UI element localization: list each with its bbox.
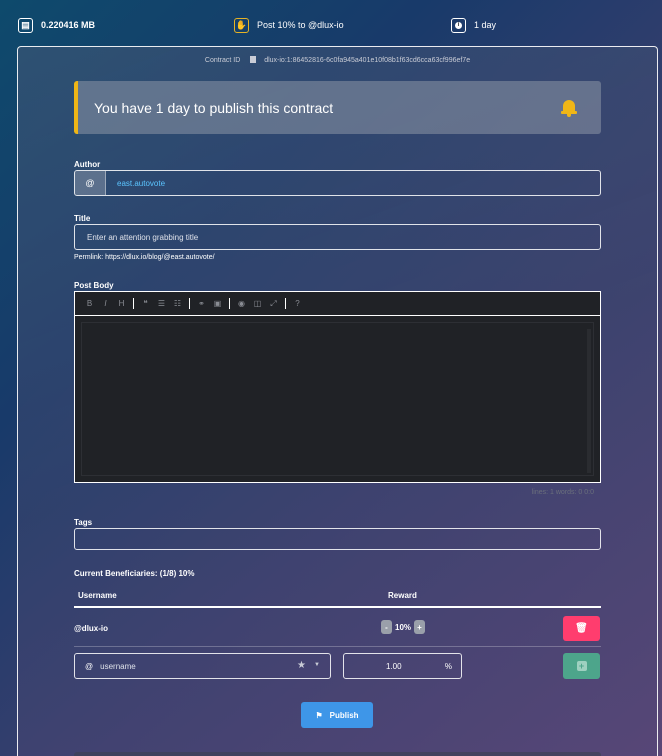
reward-header: Reward — [388, 591, 417, 600]
toolbar-divider — [229, 298, 230, 309]
beneficiaries-header: Username Reward — [74, 587, 601, 608]
image-icon[interactable]: ▣ — [213, 299, 222, 308]
reward-stepper: - 10% + — [381, 620, 426, 634]
tags-label: Tags — [74, 518, 93, 527]
time-info: i 1 day — [451, 17, 497, 33]
fullscreen-icon[interactable]: ⤢ — [269, 299, 278, 309]
beneficiary-row: @dlux-io - 10% + 🗑 — [74, 609, 601, 647]
plus-icon: + — [576, 661, 587, 671]
deadline-alert: You have 1 day to publish this contract — [74, 81, 601, 134]
reward-input-value: 1.00 — [386, 662, 402, 671]
editor-scrollbar[interactable] — [587, 329, 591, 473]
link-icon[interactable]: ⚭ — [197, 299, 206, 308]
tags-input[interactable] — [74, 528, 601, 550]
hand-coin-icon: ✋ — [234, 17, 249, 33]
permlink-text: Permlink: https://dlux.io/blog/@east.aut… — [74, 254, 215, 261]
bold-icon[interactable]: B — [85, 299, 94, 308]
star-icon[interactable]: ★ — [297, 660, 306, 671]
decrease-button[interactable]: - — [381, 620, 392, 634]
post-text: Post 10% to @dlux-io — [257, 20, 344, 30]
publish-button[interactable]: ⚑ Publish — [301, 702, 373, 728]
editor-toolbar: B I H ❝ ☰ ☷ ⚭ ▣ ◉ ◫ ⤢ ? — [75, 292, 600, 316]
editor-statusbar: lines: 1 words: 0 0:0 — [531, 489, 594, 496]
title-placeholder: Enter an attention grabbing title — [87, 232, 199, 242]
italic-icon[interactable]: I — [101, 299, 110, 308]
reward-value: 10% — [395, 622, 412, 632]
at-prefix: @ — [75, 171, 106, 195]
increase-button[interactable]: + — [414, 620, 426, 634]
author-field: @ east.autovote — [74, 170, 601, 196]
beneficiary-username: @dlux-io — [74, 624, 109, 633]
quote-icon[interactable]: ❝ — [141, 299, 150, 308]
post-info: ✋ Post 10% to @dlux-io — [234, 17, 344, 33]
toolbar-divider — [189, 298, 190, 309]
heading-icon[interactable]: H — [117, 299, 126, 308]
time-text: 1 day — [474, 20, 497, 30]
new-beneficiary-reward-input[interactable]: 1.00 % — [343, 653, 462, 679]
unordered-list-icon[interactable]: ☰ — [157, 299, 166, 308]
title-input[interactable]: Enter an attention grabbing title — [74, 224, 601, 250]
delete-beneficiary-button[interactable]: 🗑 — [563, 616, 600, 641]
title-label: Title — [74, 214, 91, 223]
side-by-side-icon[interactable]: ◫ — [253, 299, 262, 308]
bell-icon — [561, 99, 577, 117]
flag-icon: ⚑ — [315, 710, 323, 720]
ordered-list-icon[interactable]: ☷ — [173, 299, 182, 308]
trash-icon: 🗑 — [575, 623, 588, 634]
toolbar-divider — [285, 298, 286, 309]
add-beneficiary-button[interactable]: + — [563, 653, 600, 679]
contract-id-label: Contract ID — [204, 57, 241, 64]
editor-text-area[interactable] — [81, 322, 594, 476]
preview-icon[interactable]: ◉ — [237, 299, 246, 308]
username-header: Username — [78, 591, 117, 600]
percent-icon: % — [444, 662, 452, 671]
markdown-editor[interactable]: B I H ❝ ☰ ☷ ⚭ ▣ ◉ ◫ ⤢ ? — [74, 291, 601, 483]
help-icon[interactable]: ? — [293, 299, 302, 308]
author-value: east.autovote — [117, 178, 166, 188]
publish-label: Publish — [329, 710, 359, 720]
at-icon: @ — [85, 661, 94, 671]
contract-id-line: Contract ID dlux-io:1:86452816-6c0fa945a… — [18, 56, 657, 64]
alert-text: You have 1 day to publish this contract — [94, 99, 334, 116]
beneficiaries-title: Current Beneficiaries: (1/8) 10% — [74, 569, 195, 578]
author-label: Author — [74, 160, 101, 169]
bottom-section — [74, 752, 601, 756]
size-info: ▤ 0.220416 MB — [18, 17, 96, 33]
toolbar-divider — [133, 298, 134, 309]
username-placeholder: username — [100, 661, 136, 671]
size-text: 0.220416 MB — [41, 20, 96, 30]
new-beneficiary-username-input[interactable]: @ username ★ ▼ — [74, 653, 331, 679]
info-icon: i — [451, 17, 466, 33]
publish-panel: Contract ID dlux-io:1:86452816-6c0fa945a… — [17, 46, 658, 756]
contract-id-value: dlux-io:1:86452816-6c0fa945a401e10f08b1f… — [264, 57, 471, 64]
post-body-label: Post Body — [74, 281, 114, 290]
top-status-bar: ▤ 0.220416 MB ✋ Post 10% to @dlux-io i 1… — [12, 10, 662, 40]
chevron-down-icon[interactable]: ▼ — [314, 662, 320, 668]
document-icon — [250, 56, 257, 63]
file-icon: ▤ — [18, 17, 33, 33]
